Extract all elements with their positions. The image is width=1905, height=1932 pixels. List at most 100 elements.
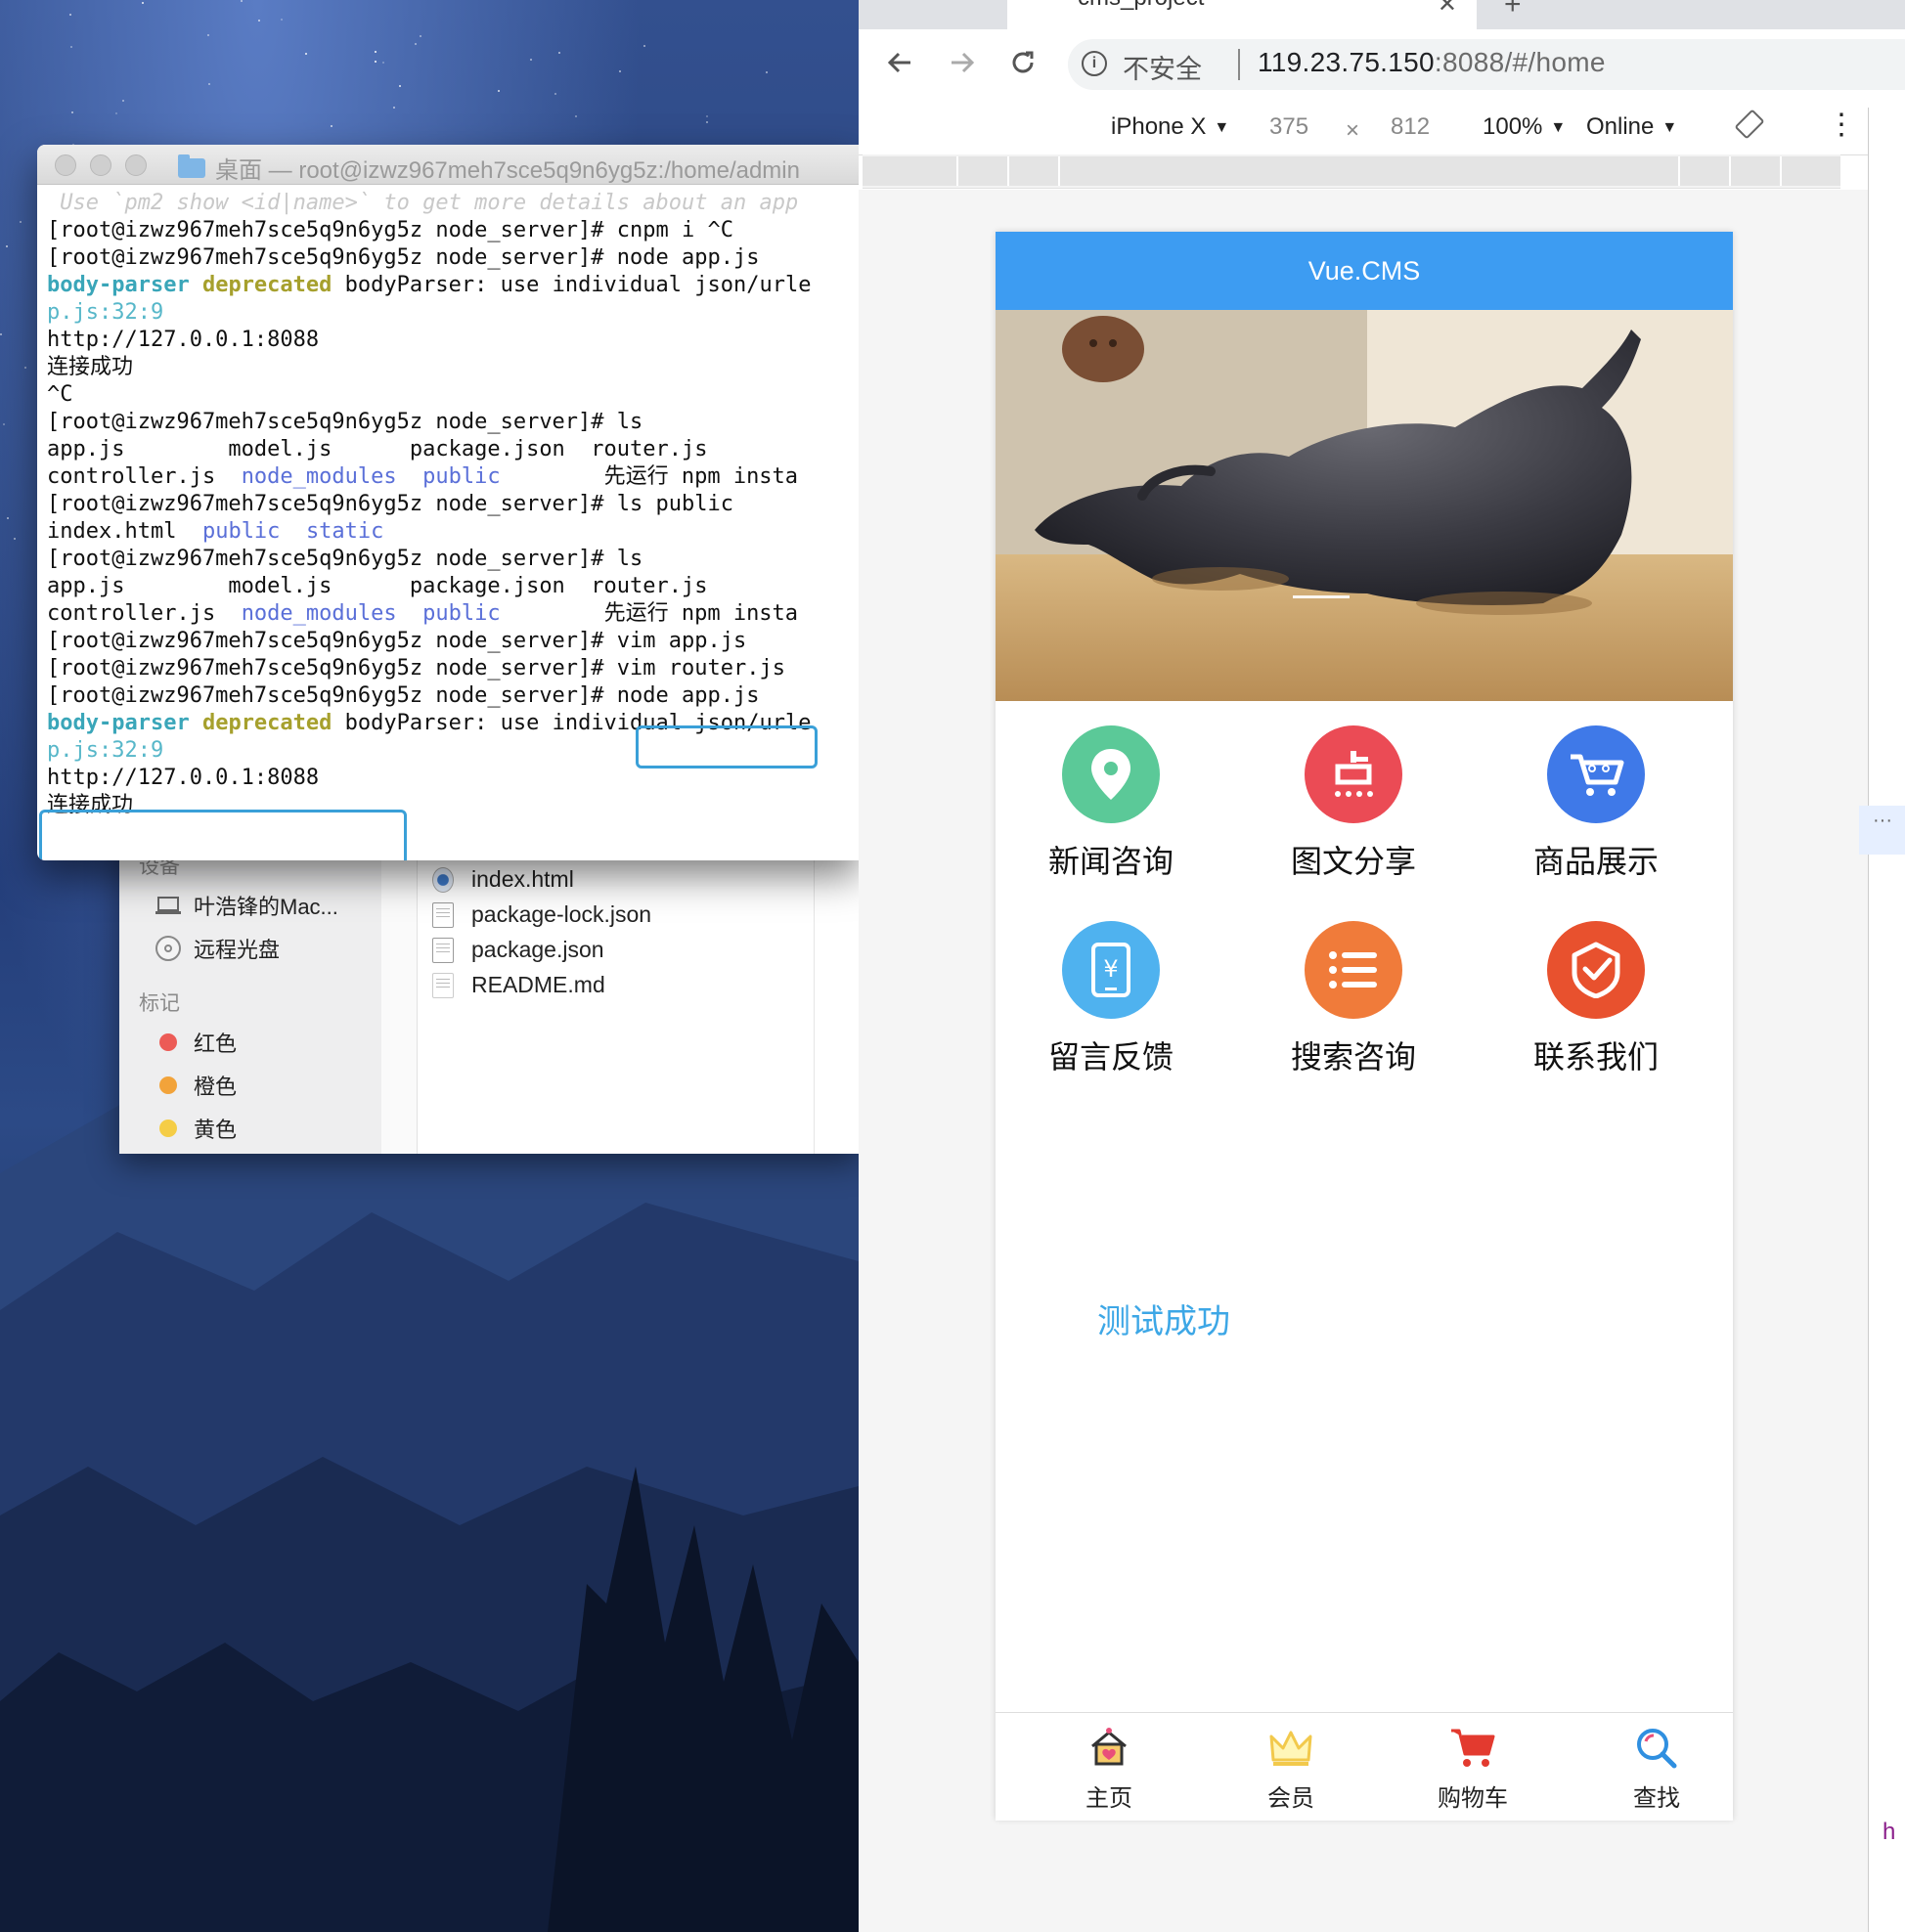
laptop-icon — [155, 896, 182, 915]
file-item[interactable]: index.html — [432, 866, 574, 893]
grid-item-contact[interactable]: 联系我们 — [1498, 921, 1694, 1077]
dir-public: public — [201, 519, 281, 544]
address-bar[interactable]: i 不安全 119.23.75.150:8088/#/home — [1068, 39, 1905, 90]
cart-icon — [1451, 1729, 1495, 1767]
dir-public: public — [422, 601, 501, 626]
terminal-window[interactable]: 桌面 — root@izwz967meh7sce5q9n6yg5z:/home/… — [37, 145, 859, 860]
star — [24, 367, 26, 369]
star — [530, 59, 532, 61]
terminal-line: controller.js node_modules public 先运行 np… — [37, 463, 859, 491]
sidebar-item-label: 黄色 — [194, 1118, 238, 1142]
media-query-bar[interactable] — [863, 154, 1842, 189]
terminal-line: app.js model.js package.json router.js — [47, 574, 708, 598]
star — [706, 115, 708, 117]
device-select[interactable]: iPhone X ▼ — [1111, 113, 1229, 141]
terminal-line: [root@izwz967meh7sce5q9n6yg5z node_serve… — [47, 547, 643, 571]
json-file-icon — [432, 937, 454, 963]
sidebar-item-label: 叶浩锋的Mac... — [194, 895, 338, 919]
dropdown-caret-icon: ▼ — [1214, 118, 1230, 136]
info-icon[interactable]: i — [1082, 51, 1107, 76]
insecure-label: 不安全 — [1123, 55, 1202, 84]
finder-window: 设备 叶浩锋的Mac... 远程光盘 标记 红色 橙色 黄色 index.htm… — [119, 831, 859, 1154]
tab-search[interactable]: 查找 — [1598, 1725, 1715, 1813]
sidebar-item-mac[interactable]: 叶浩锋的Mac... — [155, 890, 338, 921]
devtools-panel[interactable]: ··· h — [1859, 108, 1905, 1932]
star — [643, 45, 645, 47]
reload-button[interactable] — [1001, 41, 1044, 84]
close-window-button[interactable] — [55, 154, 76, 176]
zoom-window-button[interactable] — [125, 154, 147, 176]
deprecated-token: deprecated — [201, 711, 332, 735]
file-item[interactable]: package-lock.json — [432, 901, 651, 928]
width-input[interactable]: 375 — [1269, 113, 1308, 141]
terminal-line: 连接成功 — [47, 355, 134, 379]
file-name: package-lock.json — [471, 901, 652, 927]
terminal-line: [root@izwz967meh7sce5q9n6yg5z node_serve… — [37, 682, 859, 710]
file-name: README.md — [471, 972, 605, 997]
terminal-line: Use `pm2 show <id|name>` to get more det… — [47, 191, 799, 215]
device-name: iPhone X — [1111, 113, 1207, 140]
more-icon[interactable]: ··· — [1859, 806, 1905, 855]
url-text[interactable]: 119.23.75.150:8088/#/home — [1258, 47, 1606, 78]
star — [122, 100, 124, 102]
forward-button[interactable] — [941, 41, 984, 84]
file-item[interactable]: README.md — [432, 972, 605, 998]
tab-label: 购物车 — [1438, 1785, 1508, 1812]
finder-sidebar: 设备 叶浩锋的Mac... 远程光盘 标记 红色 橙色 黄色 — [119, 831, 382, 1154]
grid-label: 商品展示 — [1532, 844, 1659, 879]
star — [70, 46, 72, 48]
terminal-line: index.html public static — [37, 518, 859, 546]
carousel-banner[interactable] — [996, 310, 1733, 701]
tab-cart[interactable]: 购物车 — [1414, 1725, 1531, 1813]
terminal-line: [root@izwz967meh7sce5q9n6yg5z node_serve… — [47, 218, 733, 242]
home-icon — [1091, 1728, 1127, 1766]
rotate-icon[interactable] — [1735, 110, 1764, 146]
dimension-separator: × — [1346, 117, 1360, 144]
tab-home[interactable]: 主页 — [1050, 1725, 1168, 1813]
grid-item-news[interactable]: 新闻咨询 — [1013, 725, 1209, 882]
prompt: [root@izwz967meh7sce5q9n6yg5z node_serve… — [47, 683, 617, 708]
sidebar-item-label: 橙色 — [194, 1075, 238, 1099]
app-header: Vue.CMS — [996, 232, 1733, 310]
star — [498, 90, 500, 92]
tab-strip: cms_project ✕ + — [859, 0, 1905, 29]
star — [115, 112, 117, 114]
height-input[interactable]: 812 — [1391, 113, 1430, 141]
body-parser-token: body-parser — [47, 711, 190, 735]
terminal-line: [root@izwz967meh7sce5q9n6yg5z node_serve… — [47, 245, 760, 270]
carousel-indicator-active[interactable] — [1293, 595, 1350, 598]
grid-label: 留言反馈 — [1047, 1039, 1174, 1075]
minimize-window-button[interactable] — [90, 154, 111, 176]
star — [619, 70, 621, 72]
grid-item-photo-share[interactable]: 图文分享 — [1256, 725, 1451, 882]
zoom-value: 100% — [1483, 113, 1543, 140]
terminal-line: [root@izwz967meh7sce5q9n6yg5z node_serve… — [47, 410, 643, 434]
test-success-text: 测试成功 — [1097, 1303, 1230, 1340]
terminal-titlebar[interactable]: 桌面 — root@izwz967meh7sce5q9n6yg5z:/home/… — [37, 145, 859, 185]
output-highlight-box — [39, 810, 407, 860]
terminal-line: [root@izwz967meh7sce5q9n6yg5z node_serve… — [47, 492, 733, 516]
back-button[interactable] — [878, 41, 921, 84]
close-tab-icon[interactable]: ✕ — [1438, 0, 1457, 19]
zoom-select[interactable]: 100% ▼ — [1483, 113, 1566, 141]
sidebar-item-tag-orange[interactable]: 橙色 — [155, 1070, 237, 1101]
url-path: :8088/#/home — [1434, 47, 1606, 77]
file-item[interactable]: package.json — [432, 937, 604, 963]
tab-member[interactable]: 会员 — [1232, 1725, 1350, 1813]
sidebar-item-tag-red[interactable]: 红色 — [155, 1027, 237, 1058]
search-icon — [1637, 1729, 1677, 1769]
more-options-icon[interactable]: ⋮ — [1827, 108, 1856, 142]
terminal-output[interactable]: Use `pm2 show <id|name>` to get more det… — [37, 190, 859, 860]
tab-cms-project[interactable]: cms_project ✕ — [1007, 0, 1477, 29]
sidebar-item-tag-yellow[interactable]: 黄色 — [155, 1113, 237, 1144]
new-tab-icon[interactable]: + — [1504, 0, 1522, 22]
yellow-tag-dot-icon — [159, 1120, 177, 1137]
markdown-file-icon — [432, 972, 454, 998]
network-select[interactable]: Online ▼ — [1586, 113, 1677, 141]
grid-item-products[interactable]: 商品展示 — [1498, 725, 1694, 882]
grid-item-search[interactable]: 搜索咨询 — [1256, 921, 1451, 1077]
terminal-line: app.js model.js package.json router.js — [47, 437, 708, 461]
grid-item-feedback[interactable]: ¥ 留言反馈 — [1013, 921, 1209, 1077]
star — [258, 20, 260, 22]
sidebar-item-remote-disc[interactable]: 远程光盘 — [155, 933, 280, 964]
